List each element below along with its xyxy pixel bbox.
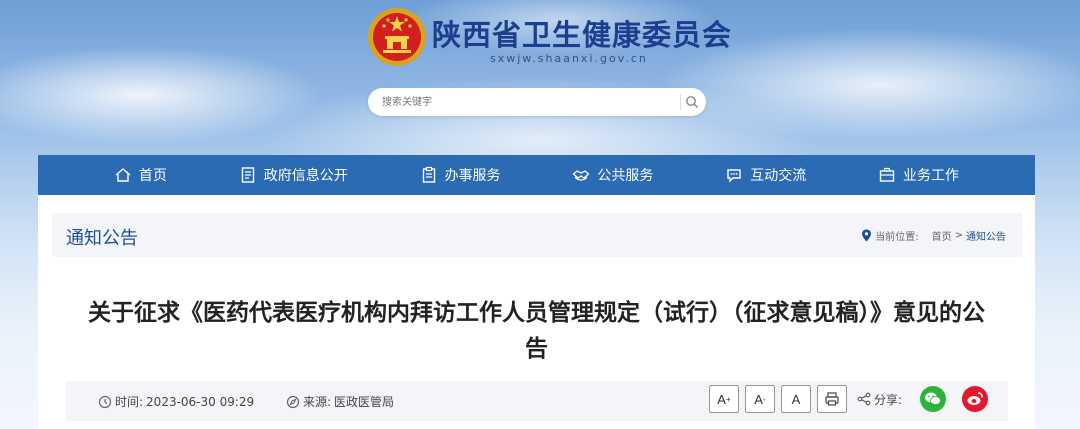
share-label: 分享: xyxy=(873,392,902,407)
article-source: 来源: 医政医管局 xyxy=(286,393,394,410)
source-value: 医政医管局 xyxy=(334,395,395,409)
article-meta-bar: 时间: 2023-06-30 09:29 来源: 医政医管局 A + A- A 分… xyxy=(66,381,1008,421)
handshake-icon xyxy=(572,170,590,181)
time-label: 时间: xyxy=(115,395,144,409)
weibo-icon xyxy=(967,392,983,405)
home-icon xyxy=(115,168,131,182)
article-title: 关于征求《医药代表医疗机构内拜访工作人员管理规定（试行）（征求意见稿）》意见的公… xyxy=(88,300,985,362)
wechat-icon xyxy=(925,392,941,405)
search-input[interactable] xyxy=(382,94,662,110)
publish-time: 时间: 2023-06-30 09:29 xyxy=(98,393,254,410)
site-name: 陕西省卫生健康委员会 xyxy=(432,18,733,52)
location-pin-icon xyxy=(862,229,872,242)
font-size-small-button[interactable]: A- xyxy=(744,385,775,413)
source-label: 来源: xyxy=(303,395,332,409)
site-logo[interactable]: 陕西省卫生健康委员会 sxwjw.shaanxi.gov.cn xyxy=(366,6,731,72)
breadcrumb-home-link[interactable]: 首页 xyxy=(932,228,952,243)
chat-icon xyxy=(727,169,741,183)
nav-item-label: 首页 xyxy=(138,168,167,184)
compass-icon xyxy=(286,395,300,408)
nav-item-business[interactable]: 业务工作 xyxy=(878,165,959,185)
printer-icon xyxy=(825,392,839,406)
plus-icon: + xyxy=(725,394,731,404)
breadcrumb-current-link[interactable]: 通知公告 xyxy=(966,228,1006,243)
share-group: 分享: xyxy=(857,391,902,408)
minus-icon: - xyxy=(762,394,766,404)
content-panel: 通知公告 当前位置: 首页 > 通知公告 关于征求《医药代表医疗机构内拜访工作人… xyxy=(38,195,1035,429)
current-location: 当前位置: 首页 > 通知公告 xyxy=(861,228,1006,243)
national-emblem-icon xyxy=(368,8,426,66)
nav-item-label: 互动交流 xyxy=(750,168,807,184)
nav-item-public-services[interactable]: 公共服务 xyxy=(572,165,653,185)
nav-item-label: 业务工作 xyxy=(903,168,960,184)
search-button[interactable] xyxy=(680,94,698,110)
document-icon xyxy=(241,167,254,183)
nav-item-gov-info[interactable]: 政府信息公开 xyxy=(239,165,348,185)
search-icon xyxy=(686,96,698,108)
nav-item-label: 办事服务 xyxy=(444,168,501,184)
share-icon xyxy=(857,392,871,406)
nav-item-label: 政府信息公开 xyxy=(263,168,348,184)
search-box xyxy=(368,88,706,116)
nav-item-interaction[interactable]: 互动交流 xyxy=(725,165,806,185)
font-size-normal-button[interactable]: A xyxy=(780,385,811,413)
briefcase-icon xyxy=(879,167,895,182)
location-label: 当前位置: xyxy=(875,232,919,243)
share-weibo-button[interactable] xyxy=(962,386,988,412)
font-size-large-button[interactable]: A + xyxy=(708,385,739,413)
nav-item-services[interactable]: 办事服务 xyxy=(420,165,501,185)
clipboard-icon xyxy=(422,166,435,183)
nav-item-home[interactable]: 首页 xyxy=(114,165,167,185)
section-title: 通知公告 xyxy=(66,228,138,249)
main-nav: 首页 政府信息公开 办事服务 公共服务 互动交流 业务工作 xyxy=(38,155,1035,195)
breadcrumb: 通知公告 当前位置: 首页 > 通知公告 xyxy=(52,213,1022,257)
article-tools: A + A- A 分享: xyxy=(708,385,988,413)
breadcrumb-separator: > xyxy=(954,230,963,241)
print-button[interactable] xyxy=(816,385,847,413)
time-value: 2023-06-30 09:29 xyxy=(146,394,255,409)
site-domain: sxwjw.shaanxi.gov.cn xyxy=(490,52,648,65)
share-wechat-button[interactable] xyxy=(920,386,946,412)
clock-icon xyxy=(98,395,112,408)
nav-item-label: 公共服务 xyxy=(597,168,654,184)
